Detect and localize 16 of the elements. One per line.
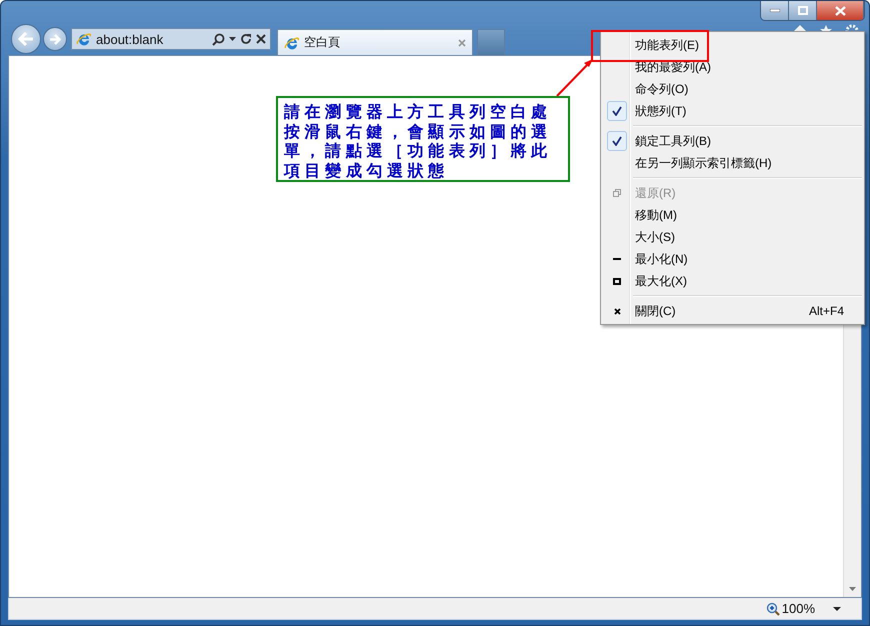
menu-item[interactable]: 最大化(X) [603, 270, 862, 292]
address-bar[interactable]: about:blank [71, 28, 271, 50]
zoom-level[interactable]: 100% [782, 601, 815, 616]
menu-item[interactable]: 在另一列顯示索引標籤(H) [603, 152, 862, 174]
browser-tab[interactable]: 空白頁 [277, 29, 473, 55]
instruction-text: 請在瀏覽器上方工具列空白處按滑鼠右鍵，會顯示如圖的選單，請點選［功能表列］將此項目變成勾選狀態 [284, 102, 553, 180]
tab-title: 空白頁 [304, 34, 341, 51]
menu-item[interactable]: 關閉(C) Alt+F4 [603, 300, 862, 322]
menu-item[interactable]: 鎖定工具列(B) [603, 130, 862, 152]
menu-item[interactable]: 命令列(O) [603, 78, 862, 100]
menu-item[interactable]: 功能表列(E) [603, 34, 862, 56]
url-text: about:blank [96, 32, 164, 46]
menu-item[interactable]: 移動(M) [603, 204, 862, 226]
menu-item[interactable]: 最小化(N) [603, 248, 862, 270]
menu-item[interactable]: 大小(S) [603, 226, 862, 248]
menu-item[interactable]: 狀態列(T) [603, 100, 862, 122]
